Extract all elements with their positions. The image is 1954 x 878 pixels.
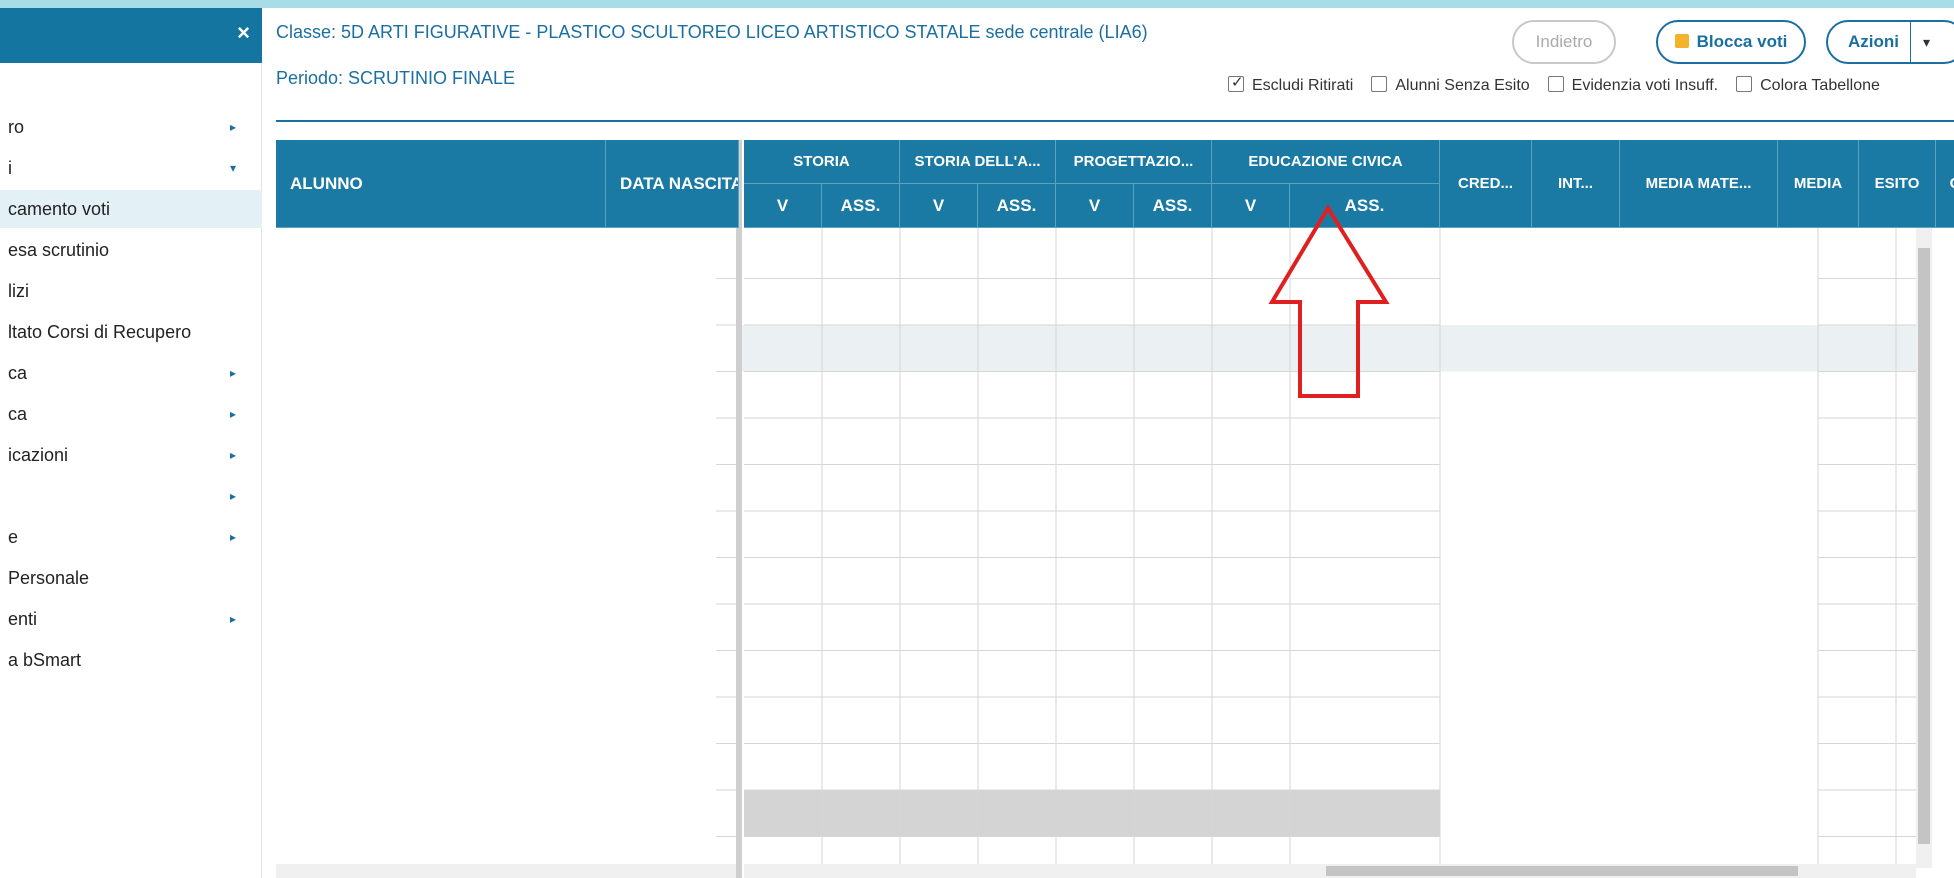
red-arrow-annotation bbox=[1268, 204, 1390, 398]
annotation-layer bbox=[1268, 204, 1390, 398]
